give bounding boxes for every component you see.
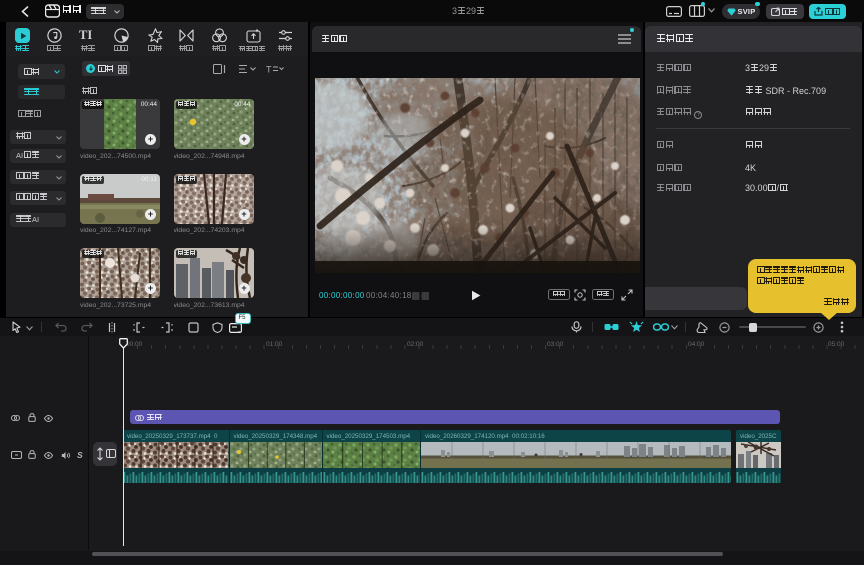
svg-text:T: T (266, 65, 272, 75)
